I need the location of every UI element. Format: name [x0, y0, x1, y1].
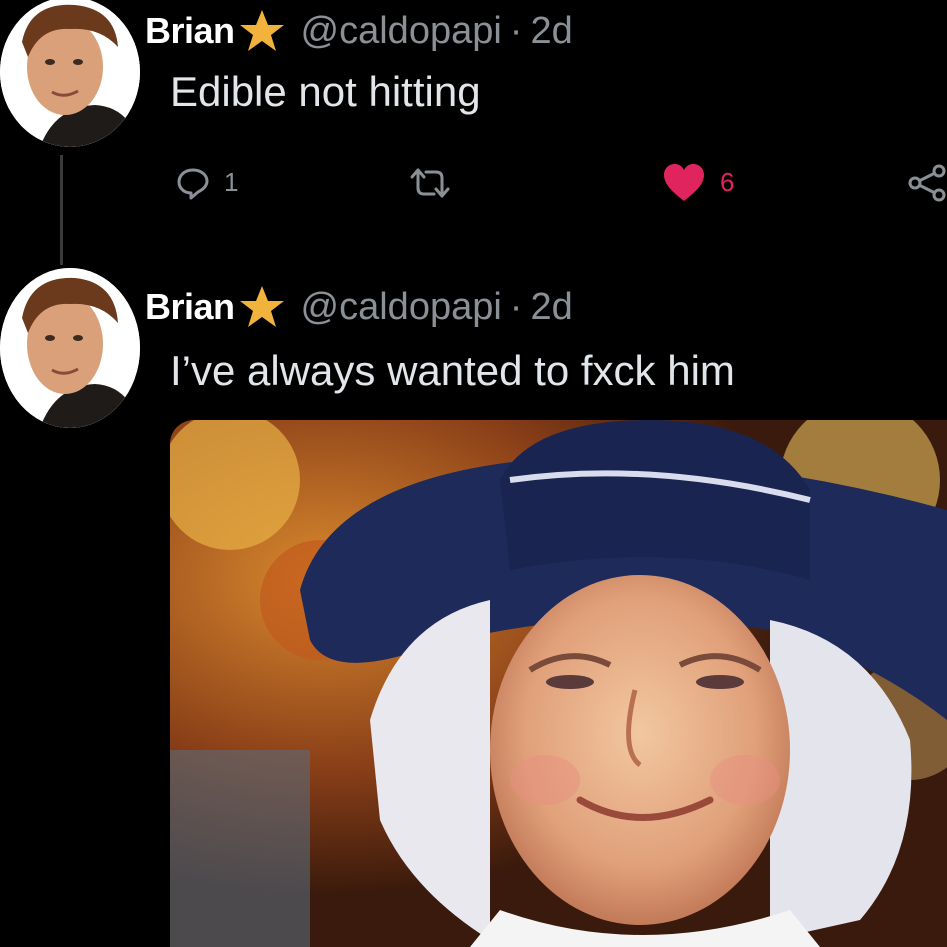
- like-button[interactable]: 6: [662, 160, 734, 205]
- avatar-image: [0, 0, 140, 147]
- retweet-button[interactable]: [410, 160, 450, 205]
- like-count: 6: [720, 167, 735, 197]
- tweet-text: Edible not hitting: [170, 68, 481, 115]
- reply-button[interactable]: 1: [176, 160, 238, 205]
- author-handle[interactable]: @caldopapi: [301, 10, 502, 53]
- retweet-icon: [410, 168, 450, 197]
- avatar[interactable]: [0, 0, 140, 147]
- star-icon: [237, 8, 287, 54]
- timestamp[interactable]: 2d: [530, 286, 572, 329]
- tweet[interactable]: Brian @caldopapi · 2d Edible not hitting…: [0, 0, 947, 265]
- tweet-media-image[interactable]: [170, 420, 947, 947]
- tweet-actions: 1 6: [170, 160, 947, 205]
- dot-separator: ·: [509, 285, 523, 328]
- share-icon: [908, 164, 946, 201]
- author-name[interactable]: Brian: [145, 286, 235, 328]
- heart-icon: [664, 163, 704, 201]
- dot-separator: ·: [509, 9, 523, 52]
- timestamp[interactable]: 2d: [530, 10, 572, 53]
- tweet-header: Brian @caldopapi · 2d: [145, 6, 573, 56]
- reply-icon: [177, 168, 209, 199]
- star-icon: [237, 284, 287, 330]
- avatar[interactable]: [0, 268, 140, 428]
- twitter-thread: Brian @caldopapi · 2d Edible not hitting…: [0, 0, 947, 947]
- author-name[interactable]: Brian: [145, 10, 235, 52]
- thread-connector-line: [60, 155, 63, 265]
- avatar-image: [0, 268, 140, 428]
- author-handle[interactable]: @caldopapi: [301, 286, 502, 329]
- painted-portrait-image: [170, 420, 947, 947]
- tweet-header: Brian @caldopapi · 2d: [145, 282, 573, 332]
- share-button[interactable]: [907, 160, 947, 205]
- reply-count: 1: [224, 167, 239, 197]
- tweet-text: I’ve always wanted to fxck him: [170, 347, 735, 394]
